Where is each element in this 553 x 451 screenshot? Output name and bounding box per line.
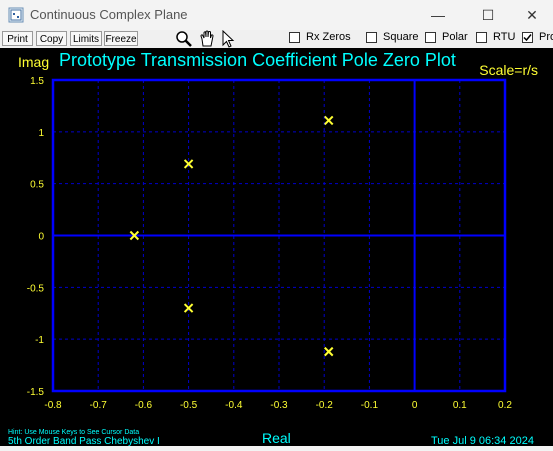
y-tick-label: -1 (35, 335, 44, 346)
close-button[interactable]: ✕ (509, 0, 553, 30)
copy-button[interactable]: Copy (36, 31, 67, 46)
rx-zeros-box[interactable] (289, 32, 300, 43)
polar-label: Polar (442, 31, 468, 43)
pointer-icon[interactable] (219, 30, 241, 48)
print-button[interactable]: Print (2, 31, 33, 46)
filter-description: 5th Order Band Pass Chebyshev I (8, 436, 160, 446)
x-tick-label: -0.7 (90, 400, 108, 411)
x-tick-label: -0.2 (316, 400, 334, 411)
plot-area[interactable]: -0.8 -0.7 -0.6 -0.5 -0.4 -0.3 -0.2 -0.1 0 0.1 0.2 1… (0, 48, 553, 447)
x-tick-label: 0 (412, 400, 418, 411)
x-tick-label: -0.6 (135, 400, 153, 411)
y-tick-label: 0 (38, 232, 44, 243)
rx-zeros-label: Rx Zeros (306, 31, 351, 43)
hand-icon[interactable] (197, 30, 219, 48)
x-tick-label: 0.1 (453, 400, 467, 411)
rtu-box[interactable] (476, 32, 487, 43)
x-axis-label: Real (262, 430, 291, 446)
y-tick-label: 1.5 (30, 76, 44, 87)
toolbar: Print Copy Limits Freeze Rx Zeros Square… (0, 30, 553, 48)
minimize-button[interactable]: — (415, 0, 461, 30)
x-tick-label: -0.5 (180, 400, 198, 411)
x-tick-label: -0.8 (44, 400, 62, 411)
scale-label: Scale=r/s (479, 62, 538, 78)
freeze-button[interactable]: Freeze (104, 31, 138, 46)
pro-box[interactable] (522, 32, 533, 43)
hint-text: Hint: Use Mouse Keys to See Cursor Data (8, 429, 139, 436)
x-tick-label: -0.3 (270, 400, 288, 411)
y-tick-label: -1.5 (27, 387, 45, 398)
maximize-button[interactable]: ☐ (465, 0, 511, 30)
x-tick-label: -0.1 (361, 400, 379, 411)
pole-marker (324, 115, 334, 126)
y-tick-label: 1 (38, 128, 44, 139)
zoom-icon[interactable] (173, 30, 195, 48)
polar-box[interactable] (425, 32, 436, 43)
square-box[interactable] (366, 32, 377, 43)
pole-marker (324, 346, 334, 357)
limits-button[interactable]: Limits (70, 31, 102, 46)
x-tick-label: -0.4 (225, 400, 243, 411)
y-tick-label: 0.5 (30, 180, 44, 191)
x-tick-label: 0.2 (498, 400, 512, 411)
title-bar: Continuous Complex Plane — ☐ ✕ (0, 0, 553, 30)
y-tick-label: -0.5 (27, 283, 45, 294)
pro-label: Pro (539, 31, 553, 43)
rtu-label: RTU (493, 31, 516, 43)
window-title: Continuous Complex Plane (30, 7, 188, 22)
square-label: Square (383, 31, 419, 43)
app-icon (8, 7, 24, 23)
timestamp: Tue Jul 9 06:34 2024 (431, 435, 534, 446)
y-axis-label: Imag (18, 54, 49, 70)
chart-title: Prototype Transmission Coefficient Pole … (59, 50, 456, 70)
pole-zero-chart[interactable]: -0.8 -0.7 -0.6 -0.5 -0.4 -0.3 -0.2 -0.1 0 0.1 0.2 1… (0, 48, 553, 447)
checkmark-icon (523, 34, 532, 42)
